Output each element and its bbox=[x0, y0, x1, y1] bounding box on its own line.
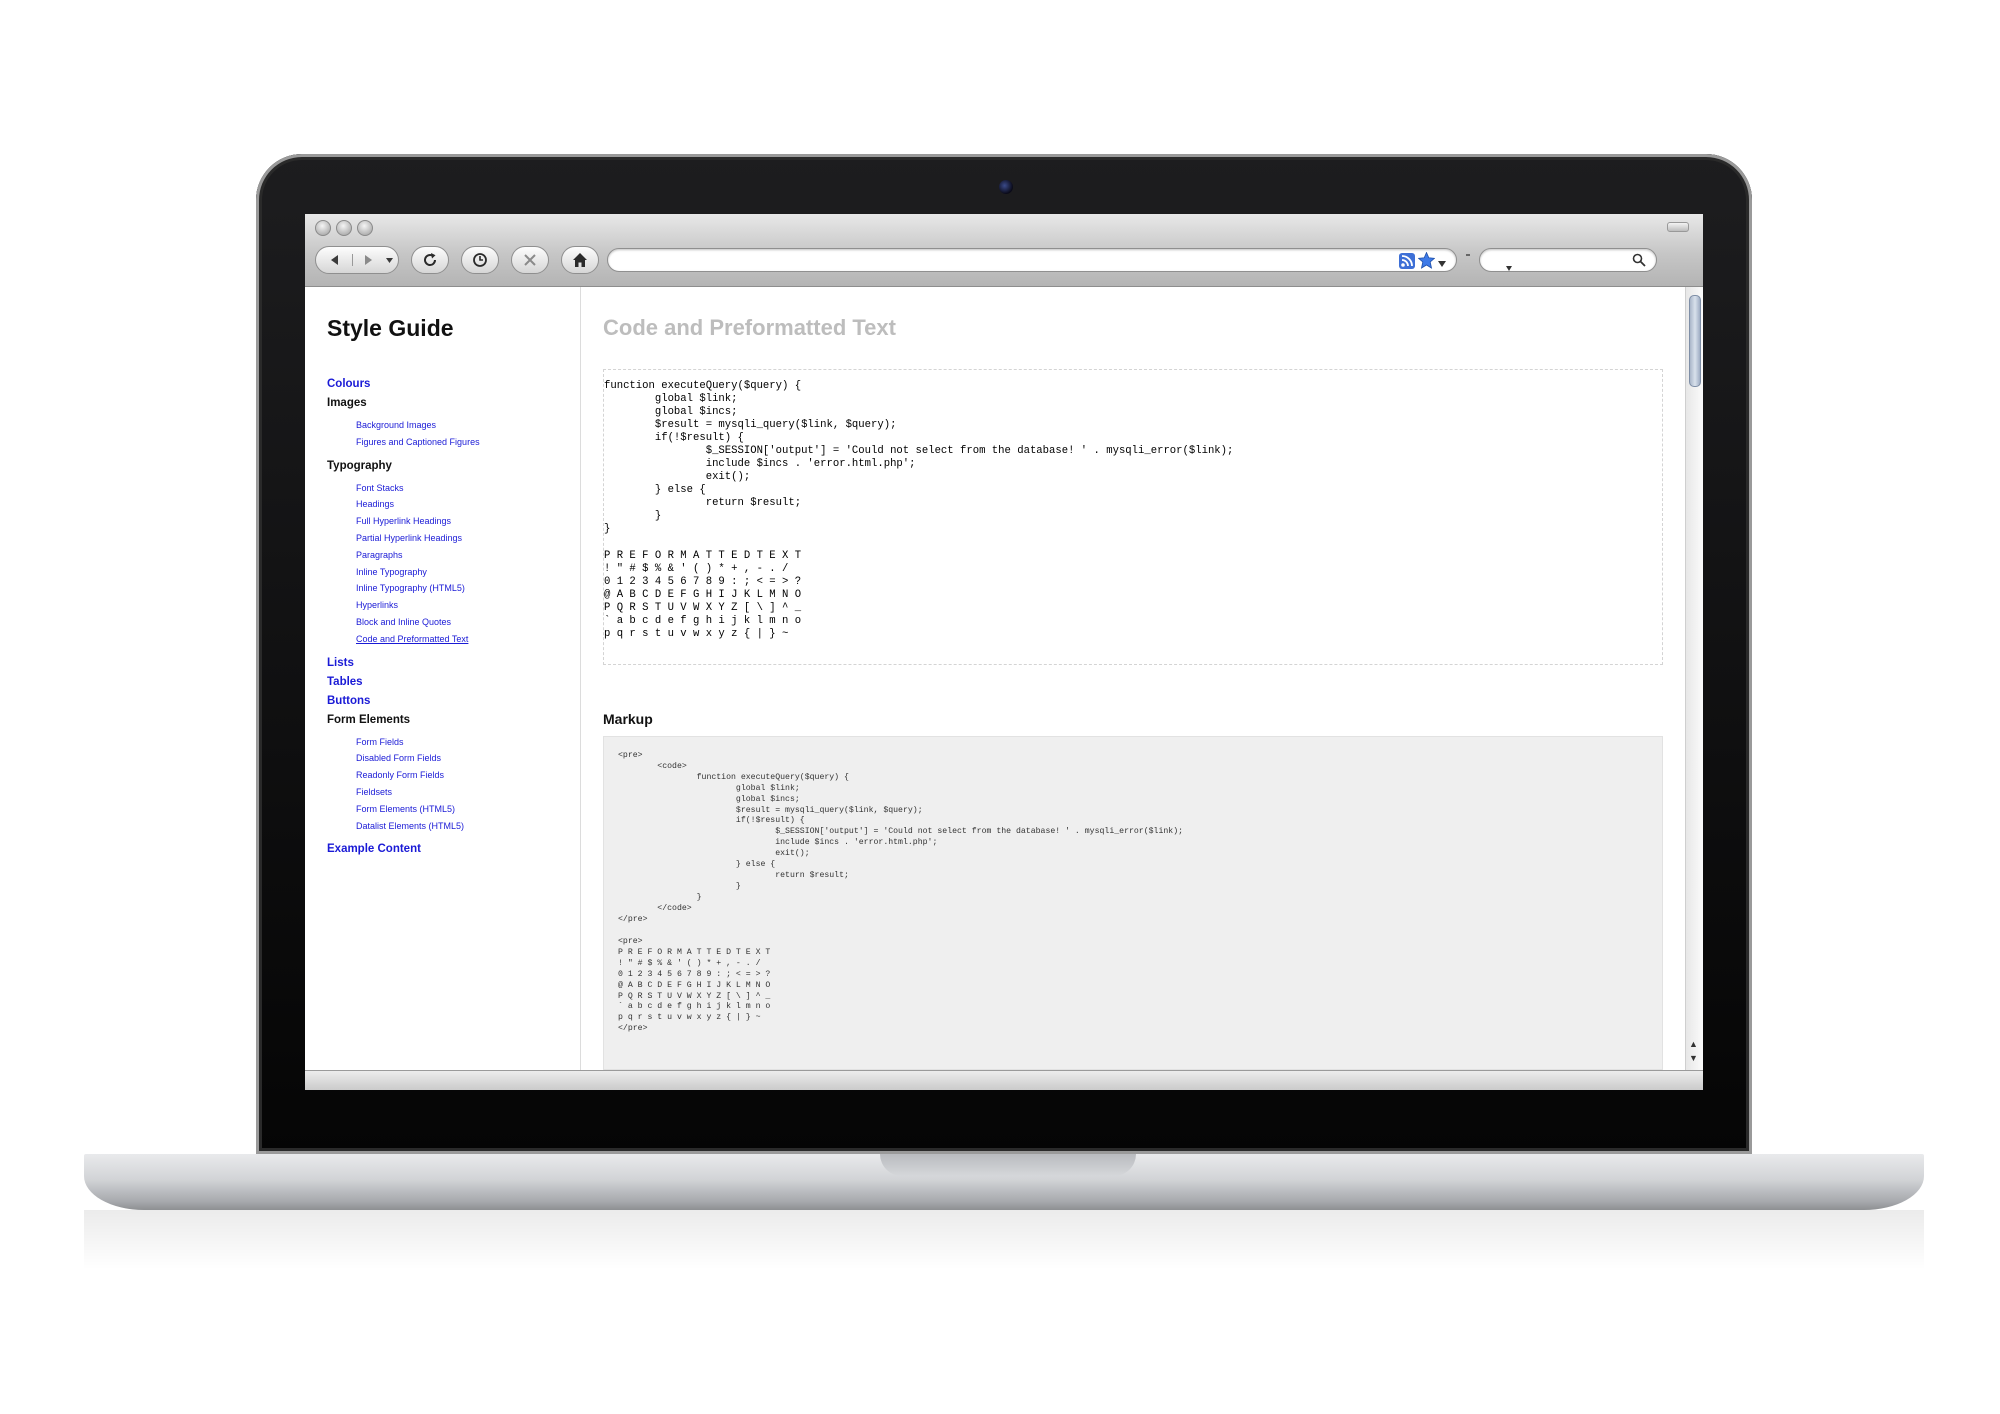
code-example: function executeQuery($query) { global $… bbox=[604, 380, 1234, 535]
nav-sub-form-fields[interactable]: Form Fields bbox=[327, 734, 577, 751]
nav-item-example-content[interactable]: Example Content bbox=[327, 840, 577, 859]
scrollbar-thumb[interactable] bbox=[1689, 295, 1701, 387]
site-title: Style Guide bbox=[327, 315, 454, 341]
home-icon bbox=[572, 252, 588, 268]
window-zoom-button[interactable] bbox=[357, 220, 373, 236]
scroll-up-arrow-icon[interactable]: ▲ bbox=[1689, 1039, 1698, 1049]
stop-x-icon bbox=[523, 253, 537, 267]
nav-sub-inline-typography-html5[interactable]: Inline Typography (HTML5) bbox=[327, 580, 577, 597]
nav-sub-disabled-form-fields[interactable]: Disabled Form Fields bbox=[327, 750, 577, 767]
nav-sub-background-images[interactable]: Background Images bbox=[327, 417, 577, 434]
code-example-box: function executeQuery($query) { global $… bbox=[603, 369, 1663, 665]
history-dropdown-icon[interactable] bbox=[383, 257, 397, 263]
nav-sub-form-elements-html5[interactable]: Form Elements (HTML5) bbox=[327, 801, 577, 818]
clock-icon bbox=[472, 252, 488, 268]
nav-item-typography: Typography bbox=[327, 459, 392, 472]
search-bar[interactable] bbox=[1479, 248, 1657, 272]
rss-feed-icon[interactable] bbox=[1399, 252, 1415, 274]
reload-button[interactable] bbox=[411, 246, 449, 274]
star-icon[interactable] bbox=[1417, 251, 1436, 274]
nav-item-images: Images bbox=[327, 397, 367, 409]
reload-icon bbox=[422, 252, 438, 268]
scroll-down-arrow-icon[interactable]: ▼ bbox=[1689, 1053, 1698, 1063]
nav-sub-figures[interactable]: Figures and Captioned Figures bbox=[327, 434, 577, 451]
browser-toolbar bbox=[305, 214, 1703, 287]
nav-sub-hyperlinks[interactable]: Hyperlinks bbox=[327, 597, 577, 614]
window-minimize-button[interactable] bbox=[336, 220, 352, 236]
lid-notch bbox=[880, 1154, 1136, 1176]
toolbar-toggle-button[interactable] bbox=[1667, 222, 1689, 232]
nav-sub-full-hyperlink-headings[interactable]: Full Hyperlink Headings bbox=[327, 513, 577, 530]
nav-sub-partial-hyperlink-headings[interactable]: Partial Hyperlink Headings bbox=[327, 530, 577, 547]
history-button[interactable] bbox=[461, 246, 499, 274]
nav-sub-fieldsets[interactable]: Fieldsets bbox=[327, 784, 577, 801]
nav-sub-block-inline-quotes[interactable]: Block and Inline Quotes bbox=[327, 614, 577, 631]
back-arrow-icon[interactable] bbox=[318, 254, 352, 266]
stop-button[interactable] bbox=[511, 246, 549, 274]
nav-sub-code-preformatted-text[interactable]: Code and Preformatted Text bbox=[327, 631, 577, 648]
preformatted-example: P R E F O R M A T T E D T E X T ! " # $ … bbox=[604, 550, 802, 640]
sidebar: Style Guide Colours Images Background Im… bbox=[305, 287, 581, 1070]
nav-sub-font-stacks[interactable]: Font Stacks bbox=[327, 480, 577, 497]
back-forward-group bbox=[315, 246, 399, 274]
markup-box: <pre> <code> function executeQuery($quer… bbox=[603, 736, 1663, 1070]
bookmark-dropdown-icon[interactable] bbox=[1438, 254, 1446, 272]
page-heading: Code and Preformatted Text bbox=[603, 315, 896, 340]
laptop-shadow bbox=[84, 1210, 1924, 1270]
forward-arrow-icon[interactable] bbox=[351, 254, 383, 266]
nav-sub-paragraphs[interactable]: Paragraphs bbox=[327, 547, 577, 564]
address-bar-icons bbox=[1399, 251, 1446, 274]
webcam bbox=[999, 180, 1013, 194]
browser-window: Style Guide Colours Images Background Im… bbox=[305, 214, 1703, 1090]
toolbar-separator bbox=[1466, 254, 1470, 256]
window-close-button[interactable] bbox=[315, 220, 331, 236]
markup-code: <pre> <code> function executeQuery($quer… bbox=[618, 751, 1184, 924]
nav-item-colours[interactable]: Colours bbox=[327, 375, 577, 394]
markup-heading: Markup bbox=[603, 711, 653, 727]
sidebar-nav: Colours Images Background Images Figures… bbox=[327, 375, 577, 859]
address-bar[interactable] bbox=[607, 248, 1457, 272]
vertical-scrollbar[interactable]: ▲ ▼ bbox=[1685, 287, 1703, 1070]
nav-item-buttons[interactable]: Buttons bbox=[327, 692, 577, 711]
nav-item-lists[interactable]: Lists bbox=[327, 654, 577, 673]
nav-item-form-elements: Form Elements bbox=[327, 713, 411, 726]
markup-preformatted: <pre> P R E F O R M A T T E D T E X T ! … bbox=[618, 937, 771, 1034]
main-content: Code and Preformatted Text function exec… bbox=[581, 287, 1685, 1070]
home-button[interactable] bbox=[561, 246, 599, 274]
magnifier-icon[interactable] bbox=[1632, 253, 1646, 272]
nav-sub-readonly-form-fields[interactable]: Readonly Form Fields bbox=[327, 767, 577, 784]
search-engine-dropdown-icon[interactable] bbox=[1506, 258, 1512, 276]
nav-sub-headings[interactable]: Headings bbox=[327, 496, 577, 513]
nav-sub-inline-typography[interactable]: Inline Typography bbox=[327, 564, 577, 581]
nav-sub-datalist-elements-html5[interactable]: Datalist Elements (HTML5) bbox=[327, 818, 577, 835]
status-bar bbox=[305, 1070, 1703, 1090]
nav-item-tables[interactable]: Tables bbox=[327, 673, 577, 692]
